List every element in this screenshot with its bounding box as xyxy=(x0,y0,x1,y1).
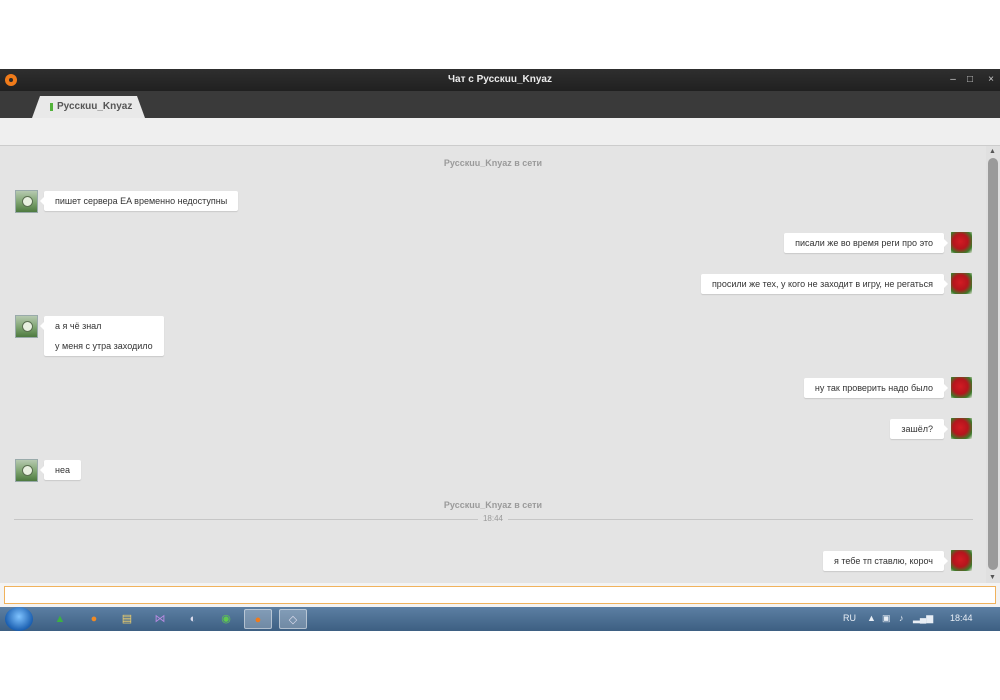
user-avatar[interactable] xyxy=(951,418,972,439)
scroll-up-icon[interactable]: ▲ xyxy=(989,148,996,155)
chat-app-icon[interactable]: ● xyxy=(244,609,272,629)
time-divider-line xyxy=(508,519,973,520)
contact-avatar[interactable] xyxy=(15,190,38,213)
tray-device-icon[interactable]: ▣ xyxy=(882,613,891,624)
firefox-icon[interactable]: ● xyxy=(80,609,108,629)
chat-window: Чат с Pусскuu_Knyaz – □ × Pусскuu_Knyaz … xyxy=(0,69,1000,631)
message-bubble: пишет сервера EA временно недоступны xyxy=(39,191,239,211)
speaker-icon[interactable]: ◐ xyxy=(179,609,207,629)
message-text: просили же тех, у кого не заходит в игру… xyxy=(711,279,933,289)
message-bubble: ну так проверить надо было xyxy=(803,378,949,398)
message-text: у меня с утра заходило xyxy=(55,341,153,351)
message-bubble: а я чё знал у меня с утра заходило xyxy=(40,316,164,356)
agent-icon[interactable]: ▲ xyxy=(46,609,74,629)
tab-label: Pусскuu_Knyaz xyxy=(57,101,133,112)
maximize-button[interactable]: □ xyxy=(962,72,978,88)
tray-volume-icon[interactable]: ♪ xyxy=(899,613,904,623)
scroll-thumb[interactable] xyxy=(988,158,998,570)
taskbar-clock[interactable]: 18:44 xyxy=(950,613,973,623)
message-bubble: просили же тех, у кого не заходит в игру… xyxy=(700,274,949,294)
message-text: пишет сервера EA временно недоступны xyxy=(55,196,228,206)
message-text: писали же во время реги про это xyxy=(795,238,933,248)
tab-chat-contact[interactable]: Pусскuu_Knyaz xyxy=(32,96,145,118)
message-text: я тебе тп ставлю, короч xyxy=(833,556,933,566)
windows-start-icon[interactable] xyxy=(5,607,33,631)
window-title: Чат с Pусскuu_Knyaz xyxy=(448,74,552,85)
user-avatar[interactable] xyxy=(951,550,972,571)
message-bubble: я тебе тп ставлю, короч xyxy=(822,551,949,571)
scroll-down-icon[interactable]: ▼ xyxy=(989,574,996,581)
user-avatar[interactable] xyxy=(951,232,972,253)
message-text: а я чё знал xyxy=(55,321,102,331)
online-status-icon xyxy=(50,103,53,111)
close-button[interactable]: × xyxy=(983,72,999,88)
contact-avatar[interactable] xyxy=(15,315,38,338)
message-input-area xyxy=(0,583,1000,607)
user-avatar[interactable] xyxy=(951,273,972,294)
message-bubble: неа xyxy=(40,460,81,480)
message-bubble: зашёл? xyxy=(890,419,948,439)
status-online: Pусскuu_Knyaz в сети xyxy=(443,500,543,510)
tray-network-icon[interactable]: ▂▄▆ xyxy=(913,613,933,624)
language-indicator[interactable]: RU xyxy=(843,613,856,623)
tray-expand-icon[interactable]: ▲ xyxy=(867,613,876,623)
toolbar-strip xyxy=(0,118,1000,146)
title-bar: Чат с Pусскuu_Knyaz – □ × xyxy=(0,69,1000,91)
message-input[interactable] xyxy=(4,586,996,604)
visual-studio-icon[interactable]: ⋈ xyxy=(146,609,174,629)
message-text: неа xyxy=(55,465,70,475)
explorer-icon[interactable]: ▤ xyxy=(113,609,141,629)
contact-avatar[interactable] xyxy=(15,459,38,482)
time-divider-line xyxy=(14,519,478,520)
utorrent-icon[interactable]: ◉ xyxy=(212,609,240,629)
windows-taskbar: ▲ ● ▤ ⋈ ◐ ◉ ● ◇ RU ▲ ▣ ♪ ▂▄▆ 18:44 xyxy=(0,607,1000,631)
tab-bar: Pусскuu_Knyaz xyxy=(0,91,1000,118)
antivirus-icon[interactable]: ◇ xyxy=(279,609,307,629)
message-text: ну так проверить надо было xyxy=(814,383,933,393)
message-text: зашёл? xyxy=(901,424,933,434)
status-online: Pусскuu_Knyaz в сети xyxy=(443,158,543,168)
message-bubble: писали же во время реги про это xyxy=(784,233,948,253)
chat-scrollbar[interactable]: ▲ ▼ xyxy=(986,146,1000,583)
minimize-button[interactable]: – xyxy=(945,72,961,88)
user-avatar[interactable] xyxy=(951,377,972,398)
time-divider-label: 18:44 xyxy=(482,514,504,523)
